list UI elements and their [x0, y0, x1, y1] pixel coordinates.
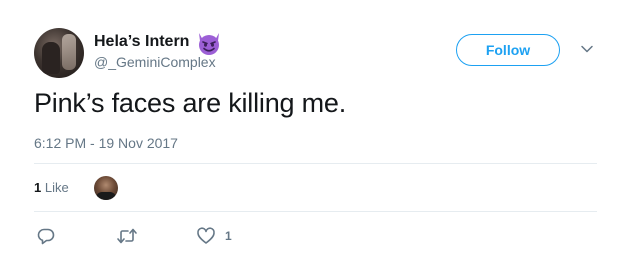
likes-stat-label: Like — [44, 180, 69, 195]
author-name-row: Hela’s Intern — [94, 30, 222, 55]
tweet-text: Pink’s faces are killing me. — [34, 88, 347, 118]
likes-stat-count: 1 — [34, 180, 42, 195]
reply-icon — [37, 228, 55, 245]
like-button[interactable]: 1 — [196, 226, 232, 246]
retweet-button[interactable] — [116, 226, 138, 246]
smiling-devil-icon — [196, 31, 222, 55]
avatar-highlight — [62, 34, 76, 70]
author-handle[interactable]: @_GeminiComplex — [94, 54, 216, 70]
reply-button[interactable] — [36, 226, 56, 246]
like-action-count: 1 — [225, 229, 232, 243]
divider-top — [34, 163, 597, 164]
divider-bottom — [34, 211, 597, 212]
tweet-timestamp[interactable]: 6:12 PM - 19 Nov 2017 — [34, 135, 178, 151]
avatar-figure — [42, 42, 60, 74]
liker-avatar-shirt — [96, 192, 116, 200]
liker-avatar[interactable] — [94, 176, 118, 200]
tweet-card: Hela’s Intern @_GeminiComplex Follow Pin… — [0, 0, 633, 266]
retweet-icon — [117, 228, 137, 244]
chevron-down-icon[interactable] — [580, 42, 594, 56]
heart-icon — [197, 227, 215, 244]
likes-stat[interactable]: 1 Like — [34, 180, 69, 195]
follow-button[interactable]: Follow — [456, 34, 560, 66]
author-avatar[interactable] — [34, 28, 84, 78]
author-display-name[interactable]: Hela’s Intern — [94, 33, 189, 51]
